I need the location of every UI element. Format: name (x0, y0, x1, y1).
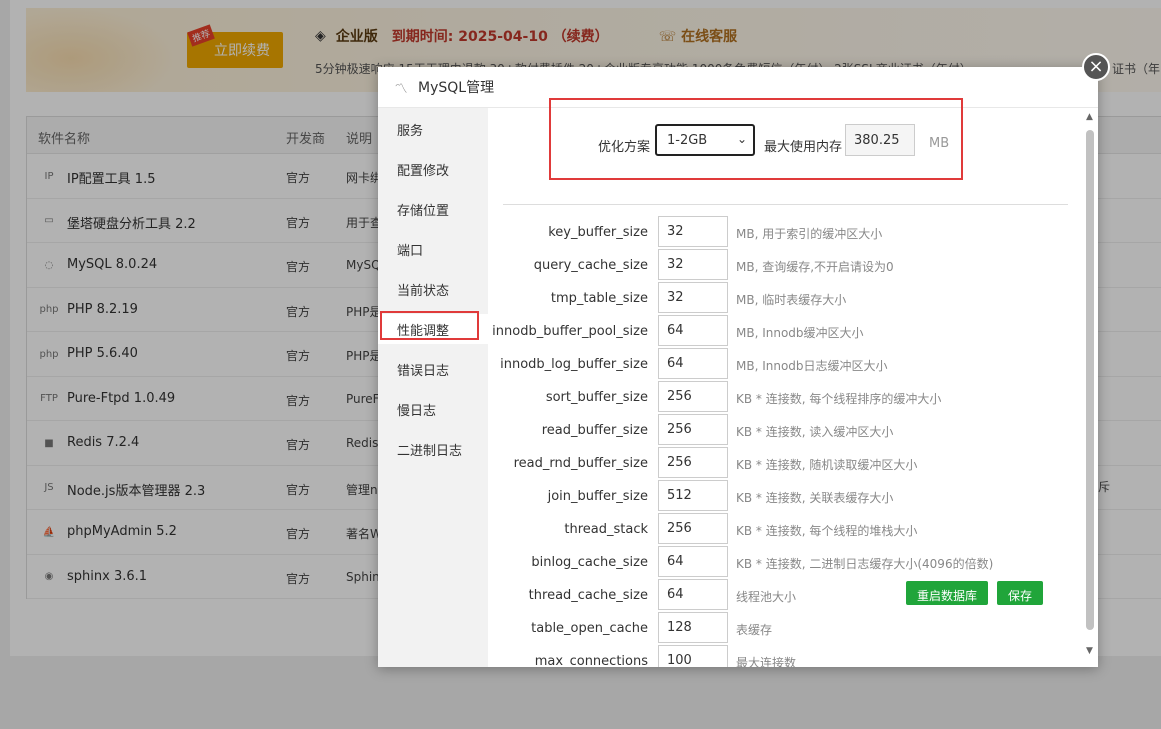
sidebar-item[interactable]: 当前状态 (378, 274, 488, 304)
param-desc: KB * 连接数, 每个线程排序的缓冲大小 (736, 392, 942, 406)
param-label: key_buffer_size (548, 225, 648, 240)
sidebar-item[interactable]: 错误日志 (378, 354, 488, 384)
param-desc: KB * 连接数, 二进制日志缓存大小(4096的倍数) (736, 557, 994, 571)
param-input[interactable]: 32 (658, 282, 728, 313)
param-row: sort_buffer_size 256 KB * 连接数, 每个线程排序的缓冲大小 (488, 381, 1068, 413)
param-desc: KB * 连接数, 关联表缓存大小 (736, 491, 894, 505)
sidebar-item[interactable]: 存储位置 (378, 194, 488, 224)
param-input[interactable]: 64 (658, 348, 728, 379)
param-label: binlog_cache_size (531, 555, 648, 570)
save-button[interactable]: 保存 (997, 581, 1043, 605)
mysql-dolphin-icon: 〽 (394, 81, 408, 97)
param-desc: MB, 用于索引的缓冲区大小 (736, 227, 883, 241)
param-row: join_buffer_size 512 KB * 连接数, 关联表缓存大小 (488, 480, 1068, 512)
param-input[interactable]: 256 (658, 447, 728, 478)
content-scrollbar[interactable]: ▲ ▼ (1084, 110, 1096, 662)
param-row: binlog_cache_size 64 KB * 连接数, 二进制日志缓存大小(4… (488, 546, 1068, 578)
sidebar-item[interactable]: 端口 (378, 234, 488, 264)
param-row: read_buffer_size 256 KB * 连接数, 读入缓冲区大小 (488, 414, 1068, 446)
param-label: sort_buffer_size (545, 390, 648, 405)
modal-sidebar: 服务 配置修改 存储位置 端口 当前状态 性能调整 错误日志 慢日志 二进制日志 (378, 108, 488, 667)
param-label: innodb_log_buffer_size (500, 357, 648, 372)
param-input[interactable]: 64 (658, 315, 728, 346)
param-input[interactable]: 256 (658, 381, 728, 412)
plan-highlight-box (549, 98, 963, 180)
param-desc: KB * 连接数, 每个线程的堆栈大小 (736, 524, 918, 538)
param-input[interactable]: 64 (658, 546, 728, 577)
param-label: max_connections (534, 654, 648, 667)
divider (503, 204, 1068, 205)
param-label: join_buffer_size (547, 489, 648, 504)
modal-title: MySQL管理 (418, 80, 495, 96)
param-label: read_buffer_size (541, 423, 648, 438)
param-desc: MB, Innodb缓冲区大小 (736, 326, 864, 340)
close-icon[interactable]: × (1082, 53, 1110, 81)
param-row: tmp_table_size 32 MB, 临时表缓存大小 (488, 282, 1068, 314)
sidebar-item[interactable]: 慢日志 (378, 394, 488, 424)
sidebar-highlight-box (380, 311, 479, 340)
sidebar-item[interactable]: 配置修改 (378, 154, 488, 184)
param-label: thread_cache_size (528, 588, 648, 603)
param-row: innodb_log_buffer_size 64 MB, Innodb日志缓冲区大… (488, 348, 1068, 380)
param-row: read_rnd_buffer_size 256 KB * 连接数, 随机读取缓冲区… (488, 447, 1068, 479)
param-desc: 线程池大小 (736, 590, 797, 604)
param-desc: MB, 查询缓存,不开启请设为0 (736, 260, 894, 274)
param-input[interactable]: 256 (658, 513, 728, 544)
param-desc: 最大连接数 (736, 656, 797, 667)
sidebar-item[interactable]: 服务 (378, 114, 488, 144)
param-desc: KB * 连接数, 读入缓冲区大小 (736, 425, 894, 439)
restart-database-button[interactable]: 重启数据库 (906, 581, 988, 605)
param-input[interactable]: 32 (658, 216, 728, 247)
param-label: table_open_cache (531, 621, 648, 636)
param-row: table_open_cache 128 表缓存 (488, 612, 1068, 644)
param-input[interactable]: 32 (658, 249, 728, 280)
param-row: query_cache_size 32 MB, 查询缓存,不开启请设为0 (488, 249, 1068, 281)
param-label: thread_stack (564, 522, 648, 537)
param-desc: MB, 临时表缓存大小 (736, 293, 847, 307)
param-label: tmp_table_size (550, 291, 648, 306)
scroll-up-icon[interactable]: ▲ (1086, 112, 1093, 122)
param-row: max_connections 100 最大连接数 (488, 645, 1068, 667)
param-row: key_buffer_size 32 MB, 用于索引的缓冲区大小 (488, 216, 1068, 248)
param-row: thread_stack 256 KB * 连接数, 每个线程的堆栈大小 (488, 513, 1068, 545)
param-label: read_rnd_buffer_size (513, 456, 648, 471)
param-desc: 表缓存 (736, 623, 773, 637)
param-desc: MB, Innodb日志缓冲区大小 (736, 359, 888, 373)
param-row: innodb_buffer_pool_size 64 MB, Innodb缓冲区大小 (488, 315, 1068, 347)
param-desc: KB * 连接数, 随机读取缓冲区大小 (736, 458, 918, 472)
param-input[interactable]: 64 (658, 579, 728, 610)
param-label: innodb_buffer_pool_size (492, 324, 648, 339)
sidebar-item[interactable]: 二进制日志 (378, 434, 488, 464)
param-input[interactable]: 100 (658, 645, 728, 667)
param-input[interactable]: 256 (658, 414, 728, 445)
scroll-down-icon[interactable]: ▼ (1086, 646, 1093, 656)
param-input[interactable]: 512 (658, 480, 728, 511)
scroll-thumb[interactable] (1086, 130, 1094, 630)
param-label: query_cache_size (533, 258, 648, 273)
param-input[interactable]: 128 (658, 612, 728, 643)
